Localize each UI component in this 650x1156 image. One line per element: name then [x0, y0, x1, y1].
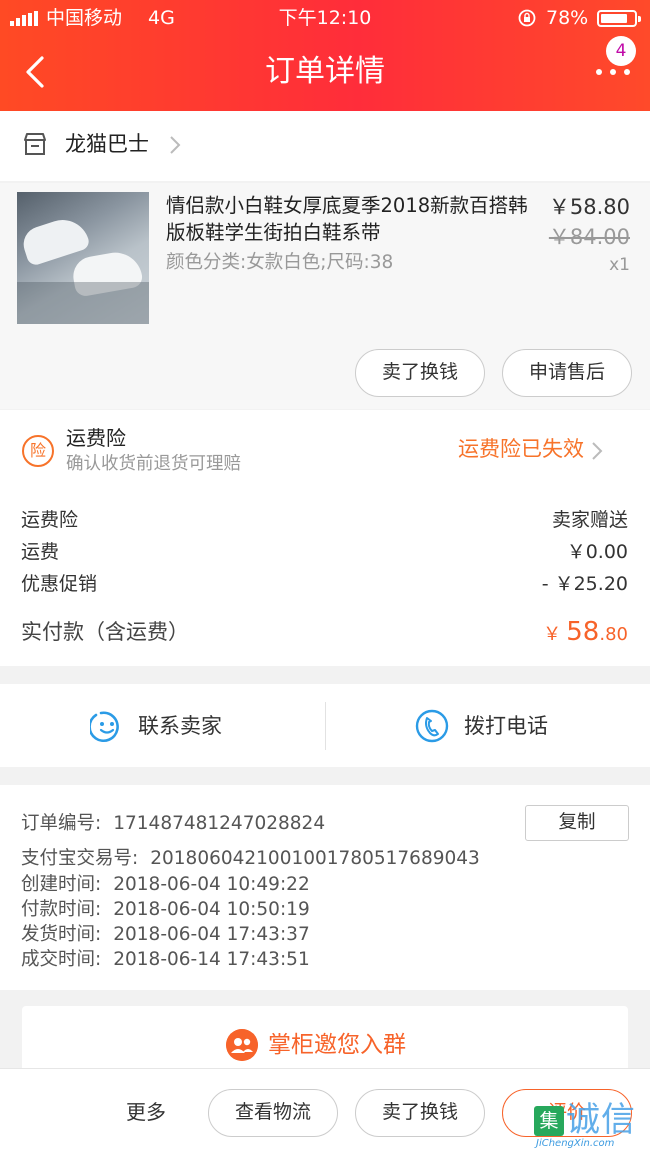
sell-for-cash-button[interactable]: 卖了换钱	[355, 1089, 485, 1137]
insurance-icon: 险	[22, 435, 54, 467]
info-value: 171487481247028824	[113, 813, 326, 834]
contact-bar: 联系卖家 拨打电话	[0, 684, 650, 767]
cost-label: 运费	[21, 541, 60, 563]
insurance-status[interactable]: 运费险已失效	[458, 434, 584, 464]
shipping-insurance-row[interactable]: 险 运费险 确认收货前退货可理赔 运费险已失效	[0, 410, 650, 490]
chevron-right-icon	[592, 442, 603, 460]
battery-percent: 78%	[546, 7, 589, 29]
rotation-lock-icon	[518, 9, 536, 27]
original-price: ￥84.00	[548, 225, 630, 249]
cost-label: 优惠促销	[21, 573, 98, 595]
paid-time-row: 付款时间: 2018-06-04 10:50:19	[21, 897, 310, 923]
created-time-row: 创建时间: 2018-06-04 10:49:22	[21, 872, 310, 898]
store-icon	[24, 133, 46, 155]
cost-label: 运费险	[21, 509, 79, 531]
cost-row: 优惠促销 - ￥25.20	[0, 568, 650, 600]
group-invite-label[interactable]: 掌柜邀您入群	[268, 1028, 406, 1062]
watermark-text: 诚信	[566, 1100, 636, 1140]
site-watermark: 集 诚信 JiChengXin.com	[534, 1100, 640, 1150]
product-thumbnail[interactable]	[17, 192, 149, 324]
info-value: 2018060421001001780517689043	[150, 848, 480, 869]
contact-seller-button[interactable]: 联系卖家	[138, 709, 222, 743]
page-title: 订单详情	[265, 54, 385, 89]
total-decimal: .80	[599, 624, 628, 645]
call-phone-button[interactable]: 拨打电话	[464, 709, 548, 743]
shipped-time-row: 发货时间: 2018-06-04 17:43:37	[21, 922, 310, 948]
copy-button[interactable]: 复制	[525, 805, 629, 841]
cost-row: 运费险 卖家赠送	[0, 504, 650, 536]
product-item[interactable]: 情侣款小白鞋女厚底夏季2018新款百搭韩版板鞋学生街拍白鞋系带 颜色分类:女款白…	[0, 183, 650, 409]
product-spec: 颜色分类:女款白色;尺码:38	[166, 252, 394, 273]
chevron-right-icon	[170, 136, 181, 154]
divider	[325, 702, 326, 750]
insurance-title: 运费险	[66, 426, 126, 450]
order-info: 订单编号: 171487481247028824 复制 支付宝交易号: 201806…	[0, 785, 650, 990]
total-paid-row: 实付款（含运费） ￥ 58.80	[0, 614, 650, 650]
info-label: 成交时间:	[21, 949, 102, 970]
phone-icon	[415, 709, 449, 743]
battery-icon	[597, 10, 641, 27]
cost-value: 卖家赠送	[551, 509, 628, 531]
info-value: 2018-06-04 17:43:37	[113, 924, 310, 945]
info-label: 支付宝交易号:	[21, 848, 139, 869]
product-quantity: x1	[609, 255, 630, 275]
watermark-logo: 集	[534, 1106, 564, 1136]
cost-value: ￥0.00	[566, 541, 628, 563]
shop-row[interactable]: 龙猫巴士	[0, 111, 650, 181]
info-label: 付款时间:	[21, 899, 102, 920]
status-bar: 中国移动 4G 下午12:10 78%	[0, 0, 650, 36]
info-value: 2018-06-04 10:50:19	[113, 899, 310, 920]
order-number-row: 订单编号: 171487481247028824	[21, 811, 325, 837]
info-label: 订单编号:	[21, 813, 102, 834]
sell-for-cash-button[interactable]: 卖了换钱	[355, 349, 485, 397]
more-options-icon[interactable]	[594, 66, 634, 78]
total-currency: ￥	[543, 624, 562, 645]
info-label: 发货时间:	[21, 924, 102, 945]
view-logistics-button[interactable]: 查看物流	[208, 1089, 338, 1137]
cost-row: 运费 ￥0.00	[0, 536, 650, 568]
top-header: 中国移动 4G 下午12:10 78% 订单详情 4	[0, 0, 650, 111]
group-icon	[226, 1029, 258, 1061]
cost-summary: 运费险 卖家赠送 运费 ￥0.00 优惠促销 - ￥25.20 实付款（含运费）…	[0, 490, 650, 666]
cost-value: - ￥25.20	[541, 573, 628, 595]
product-price: ￥58.80	[548, 195, 630, 219]
completed-time-row: 成交时间: 2018-06-14 17:43:51	[21, 947, 310, 973]
insurance-description: 确认收货前退货可理赔	[66, 454, 241, 474]
product-title[interactable]: 情侣款小白鞋女厚底夏季2018新款百搭韩版板鞋学生街拍白鞋系带	[166, 192, 541, 246]
watermark-url: JiChengXin.com	[536, 1138, 615, 1149]
total-label: 实付款（含运费）	[21, 620, 189, 644]
after-sale-button[interactable]: 申请售后	[502, 349, 632, 397]
info-value: 2018-06-14 17:43:51	[113, 949, 310, 970]
info-value: 2018-06-04 10:49:22	[113, 874, 310, 895]
shop-name[interactable]: 龙猫巴士	[65, 129, 149, 159]
more-button[interactable]: 更多	[126, 1097, 166, 1127]
info-label: 创建时间:	[21, 874, 102, 895]
message-count-badge: 4	[606, 36, 636, 66]
chat-smile-icon	[90, 711, 119, 743]
alipay-number-row: 支付宝交易号: 2018060421001001780517689043	[21, 846, 480, 872]
total-amount: ￥ 58.80	[543, 614, 628, 653]
total-integer: 58	[566, 617, 600, 647]
